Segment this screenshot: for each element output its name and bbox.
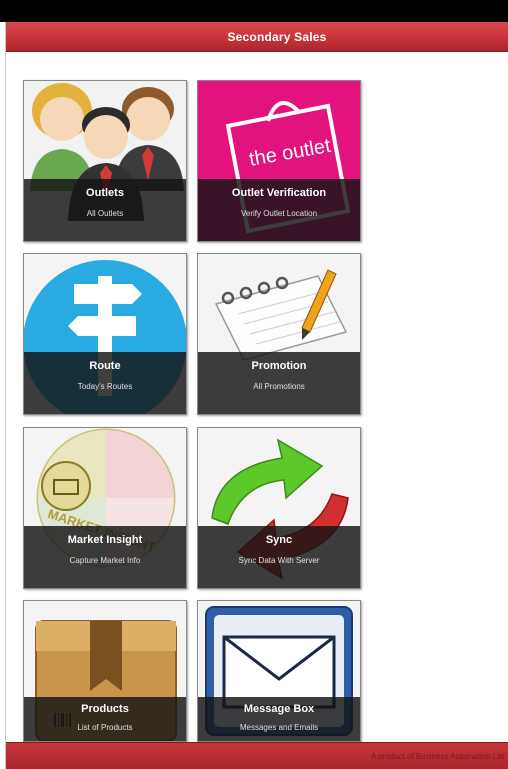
tile-subtitle: Sync Data With Server	[238, 556, 320, 565]
tile-caption: Outlets All Outlets	[24, 179, 186, 241]
header-bar: Secondary Sales	[6, 22, 508, 52]
tile-title: Products	[81, 703, 129, 715]
tile-subtitle: Today's Routes	[77, 382, 133, 391]
tile-title: Message Box	[243, 703, 315, 715]
tile-title: Market Insight	[67, 534, 143, 546]
tile-products[interactable]: Products List of Products	[23, 600, 187, 742]
tile-subtitle: Messages and Emails	[239, 723, 319, 732]
tile-outlet-verification[interactable]: the outlet Outlet Verification Verify Ou…	[197, 80, 361, 242]
tile-title: Outlets	[86, 187, 124, 199]
tile-message-box[interactable]: Message Box Messages and Emails	[197, 600, 361, 742]
tile-subtitle: All Outlets	[86, 209, 124, 218]
tile-subtitle: Verify Outlet Location	[240, 209, 318, 218]
tile-caption: Sync Sync Data With Server	[198, 526, 360, 588]
page-title: Secondary Sales	[227, 29, 327, 44]
tile-subtitle: All Promotions	[253, 382, 305, 391]
tile-sync[interactable]: Sync Sync Data With Server	[197, 427, 361, 589]
tile-subtitle: List of Products	[77, 723, 133, 732]
tile-route[interactable]: Route Today's Routes	[23, 253, 187, 415]
app-screen: Secondary Sales Outlets All Outlets the …	[0, 0, 508, 769]
tile-promotion[interactable]: Promotion All Promotions	[197, 253, 361, 415]
footer-bar: A product of Business Automation Ltd	[6, 742, 508, 769]
tile-caption: Market Insight Capture Market Info	[24, 526, 186, 588]
tile-title: Route	[89, 360, 121, 372]
tile-outlets[interactable]: Outlets All Outlets	[23, 80, 187, 242]
left-edge-panel	[0, 22, 6, 769]
tile-caption: Products List of Products	[24, 697, 186, 741]
tile-caption: Outlet Verification Verify Outlet Locati…	[198, 179, 360, 241]
tile-title: Promotion	[251, 360, 307, 372]
tile-title: Outlet Verification	[231, 187, 327, 199]
tile-market-insight[interactable]: MARKET INSIGHT Market Insight Capture Ma…	[23, 427, 187, 589]
status-bar	[0, 0, 508, 22]
tile-caption: Message Box Messages and Emails	[198, 697, 360, 741]
tile-caption: Promotion All Promotions	[198, 352, 360, 414]
tile-caption: Route Today's Routes	[24, 352, 186, 414]
tile-title: Sync	[265, 534, 293, 546]
tile-subtitle: Capture Market Info	[69, 556, 141, 565]
footer-credit: A product of Business Automation Ltd	[371, 752, 504, 761]
